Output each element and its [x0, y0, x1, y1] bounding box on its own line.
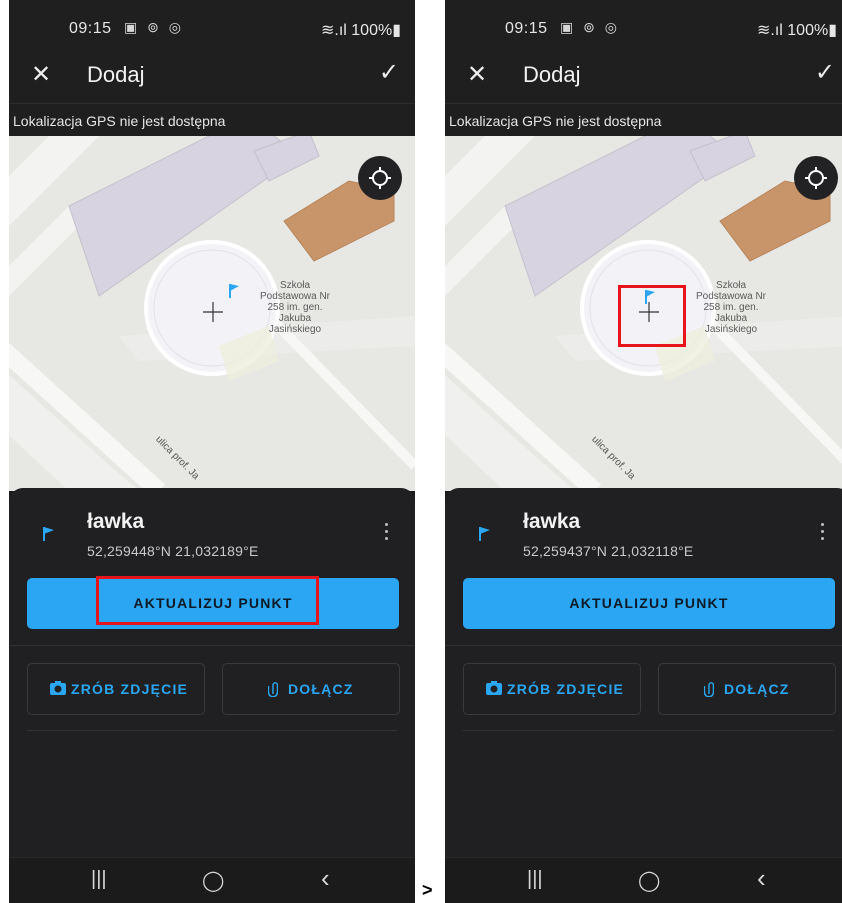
check-icon[interactable]: ✓ — [379, 58, 399, 87]
gps-message: Lokalizacja GPS nie jest dostępna — [449, 113, 662, 129]
phone-screen-before: 09:15 ▣ ⊚ ◎ ≋.ıl 100%▮ ✕ Dodaj ✓ Lokaliz… — [9, 0, 415, 903]
crosshair-gps-icon — [369, 167, 391, 189]
page-title: Dodaj — [87, 62, 145, 87]
take-photo-label: ZRÓB ZDJĘCIE — [71, 681, 189, 697]
camera-icon — [486, 681, 502, 695]
map-poi-label: Szkoła Podstawowa Nr 258 im. gen. Jakuba… — [259, 280, 331, 335]
phone-screen-after: 09:15 ▣ ⊚ ◎ ≋.ıl 100%▮ ✕ Dodaj ✓ Lokaliz… — [445, 0, 842, 903]
status-bar: 09:15 ▣ ⊚ ◎ ≋.ıl 100%▮ — [445, 0, 842, 48]
more-vert-icon[interactable] — [821, 523, 825, 541]
system-nav-bar: ||| ◯ ‹ — [9, 857, 415, 903]
status-bar: 09:15 ▣ ⊚ ◎ ≋.ıl 100%▮ — [9, 0, 415, 48]
highlight-box — [96, 576, 319, 625]
map-flag-icon — [229, 284, 239, 298]
point-sheet: ławka 52,259448°N 21,032189°E AKTUALIZUJ… — [9, 488, 415, 858]
home-icon[interactable]: ◯ — [638, 868, 660, 893]
close-icon[interactable]: ✕ — [31, 60, 51, 89]
attach-button[interactable]: DOŁĄCZ — [658, 663, 836, 715]
check-icon[interactable]: ✓ — [815, 58, 835, 87]
point-coordinates: 52,259437°N 21,032118°E — [523, 543, 694, 559]
status-time: 09:15 — [69, 20, 112, 37]
step-separator: > — [422, 880, 433, 900]
status-battery: ≋.ıl 100%▮ — [320, 22, 401, 39]
notification-icons: ▣ ⊚ ◎ — [124, 19, 184, 35]
back-icon[interactable]: ‹ — [321, 863, 330, 894]
recent-apps-icon[interactable]: ||| — [91, 868, 107, 891]
home-icon[interactable]: ◯ — [202, 868, 224, 893]
take-photo-label: ZRÓB ZDJĘCIE — [507, 681, 625, 697]
page-title: Dodaj — [523, 62, 581, 87]
status-battery: ≋.ıl 100%▮ — [756, 22, 837, 39]
locate-me-button[interactable] — [358, 156, 402, 200]
gps-status-bar: Lokalizacja GPS nie jest dostępna — [9, 104, 415, 136]
close-icon[interactable]: ✕ — [467, 60, 487, 89]
point-name: ławka — [87, 510, 145, 533]
app-bar: ✕ Dodaj ✓ — [9, 48, 415, 104]
divider — [27, 730, 397, 731]
attach-button[interactable]: DOŁĄCZ — [222, 663, 400, 715]
paperclip-icon — [268, 682, 278, 697]
map-view[interactable]: Szkoła Podstawowa Nr 258 im. gen. Jakuba… — [9, 136, 415, 491]
highlight-box — [618, 285, 686, 347]
divider — [9, 645, 415, 646]
point-sheet: ławka 52,259437°N 21,032118°E AKTUALIZUJ… — [445, 488, 842, 858]
locate-me-button[interactable] — [794, 156, 838, 200]
recent-apps-icon[interactable]: ||| — [527, 868, 543, 891]
update-point-button[interactable]: AKTUALIZUJ PUNKT — [463, 578, 835, 629]
paperclip-icon — [704, 682, 714, 697]
camera-icon — [50, 681, 66, 695]
map-crosshair[interactable] — [203, 302, 223, 322]
app-bar: ✕ Dodaj ✓ — [445, 48, 842, 104]
point-name: ławka — [523, 510, 581, 533]
take-photo-button[interactable]: ZRÓB ZDJĘCIE — [27, 663, 205, 715]
crosshair-gps-icon — [805, 167, 827, 189]
more-vert-icon[interactable] — [385, 523, 389, 541]
gps-message: Lokalizacja GPS nie jest dostępna — [13, 113, 226, 129]
status-time: 09:15 — [505, 20, 548, 37]
flag-icon — [43, 527, 54, 541]
divider — [445, 645, 842, 646]
gps-status-bar: Lokalizacja GPS nie jest dostępna — [445, 104, 842, 136]
take-photo-button[interactable]: ZRÓB ZDJĘCIE — [463, 663, 641, 715]
notification-icons: ▣ ⊚ ◎ — [560, 19, 620, 35]
point-coordinates: 52,259448°N 21,032189°E — [87, 543, 259, 559]
map-view[interactable]: Szkoła Podstawowa Nr 258 im. gen. Jakuba… — [445, 136, 842, 491]
attach-label: DOŁĄCZ — [724, 681, 790, 697]
divider — [463, 730, 833, 731]
system-nav-bar: ||| ◯ ‹ — [445, 857, 842, 903]
attach-label: DOŁĄCZ — [288, 681, 354, 697]
map-poi-label: Szkoła Podstawowa Nr 258 im. gen. Jakuba… — [695, 280, 767, 335]
flag-icon — [479, 527, 490, 541]
back-icon[interactable]: ‹ — [757, 863, 766, 894]
